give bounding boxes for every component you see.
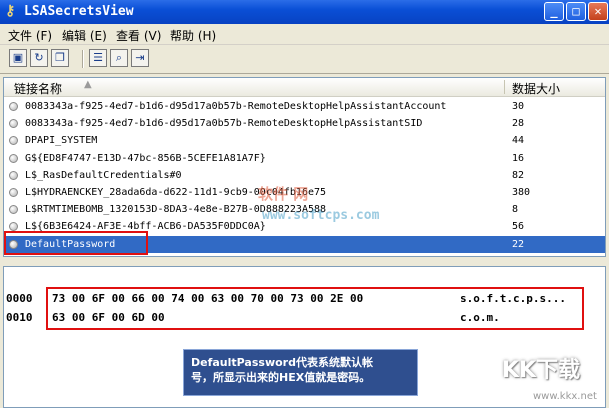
menu-help[interactable]: 帮助 (H) [170, 27, 216, 44]
pane-splitter[interactable] [0, 259, 609, 265]
row-size: 380 [512, 187, 531, 198]
annotation-line-2: 号，所显示出来的HEX值就是密码。 [191, 371, 371, 384]
table-row[interactable]: 0083343a-f925-4ed7-b1d6-d95d17a0b57b-Rem… [4, 115, 605, 132]
row-size: 16 [512, 152, 525, 164]
secret-item-icon [9, 170, 18, 180]
secret-item-icon [9, 119, 18, 129]
save-icon[interactable]: ▣ [9, 49, 27, 67]
watermark-logo-url: www.kkx.net [533, 391, 597, 402]
exit-icon[interactable]: ⇥ [131, 49, 149, 67]
row-name: DPAPI_SYSTEM [25, 135, 98, 147]
secret-item-icon [9, 205, 18, 215]
secret-item-icon [9, 188, 18, 197]
hex-bytes: 63 00 6F 00 6D 00 [52, 311, 165, 324]
row-size: 30 [512, 101, 525, 112]
sort-arrow-icon: ▲ [84, 79, 92, 90]
secret-item-icon [9, 153, 18, 163]
hex-ascii: s.o.f.t.c.p.s... [460, 292, 566, 305]
key-icon: ⚷ [5, 3, 16, 19]
watermark-logo: KK下载 [502, 358, 581, 383]
refresh-icon[interactable]: ↻ [30, 49, 48, 67]
table-row[interactable]: DPAPI_SYSTEM 44 [4, 132, 605, 149]
window-title: LSASecretsView [24, 4, 134, 19]
row-name: 0083343a-f925-4ed7-b1d6-d95d17a0b57b-Rem… [25, 118, 423, 130]
copy-icon[interactable]: ❐ [51, 49, 69, 67]
row-size: 28 [512, 118, 525, 130]
list-header: 链接名称 ▲ 数据大小 [4, 78, 605, 97]
row-size: 22 [512, 238, 525, 250]
title-bar[interactable]: ⚷ LSASecretsView _ □ ✕ [0, 0, 609, 24]
table-row[interactable]: 0083343a-f925-4ed7-b1d6-d95d17a0b57b-Rem… [4, 98, 605, 115]
table-row[interactable]: DefaultPassword 22 [4, 235, 605, 253]
row-size: 8 [512, 204, 519, 216]
row-size: 56 [512, 221, 525, 233]
menu-bar: 文件 (F) 编辑 (E) 查看 (V) 帮助 (H) [0, 24, 609, 45]
row-size: 44 [512, 135, 525, 147]
secret-item-icon [9, 222, 18, 232]
secrets-list[interactable]: 链接名称 ▲ 数据大小 0083343a-f925-4ed7-b1d6-d95d… [3, 77, 606, 257]
maximize-button[interactable]: □ [566, 2, 586, 21]
close-button[interactable]: ✕ [588, 2, 608, 21]
minimize-button[interactable]: _ [544, 2, 564, 21]
secret-item-icon [9, 136, 18, 146]
column-divider[interactable] [504, 80, 505, 94]
hex-ascii: c.o.m. [460, 311, 500, 324]
table-row[interactable]: G${ED8F4747-E13D-47bc-856B-5CEFE1A81A7F}… [4, 150, 605, 167]
menu-file[interactable]: 文件 (F) [8, 27, 52, 44]
toolbar: ▣ ↻ ❐ ☰ ⌕ ⇥ [0, 45, 609, 74]
annotation-note: DefaultPassword代表系统默认帐 号，所显示出来的HEX值就是密码。 [183, 349, 418, 396]
column-header-name[interactable]: 链接名称 [14, 80, 62, 97]
column-header-size[interactable]: 数据大小 [512, 80, 560, 97]
hex-offset: 0010 [6, 311, 33, 324]
annotation-line-1: DefaultPassword代表系统默认帐 [191, 356, 373, 369]
menu-view[interactable]: 查看 (V) [116, 27, 161, 44]
row-name: DefaultPassword [25, 238, 116, 250]
watermark-url: www.softcps.com [262, 208, 380, 223]
hex-bytes: 73 00 6F 00 66 00 74 00 63 00 70 00 73 0… [52, 292, 364, 305]
row-name: 0083343a-f925-4ed7-b1d6-d95d17a0b57b-Rem… [25, 101, 447, 112]
menu-edit[interactable]: 编辑 (E) [62, 27, 107, 44]
secret-item-icon [9, 239, 18, 249]
secret-item-icon [9, 102, 18, 111]
row-name: G${ED8F4747-E13D-47bc-856B-5CEFE1A81A7F} [25, 152, 266, 164]
toolbar-separator [82, 50, 84, 68]
properties-icon[interactable]: ☰ [89, 49, 107, 67]
watermark-text: 软件 网 [258, 185, 309, 203]
row-name: L$_RasDefaultCredentials#0 [25, 169, 182, 181]
find-icon[interactable]: ⌕ [110, 49, 128, 67]
hex-offset: 0000 [6, 292, 33, 305]
table-row[interactable]: L$_RasDefaultCredentials#0 82 [4, 167, 605, 184]
row-size: 82 [512, 169, 525, 181]
